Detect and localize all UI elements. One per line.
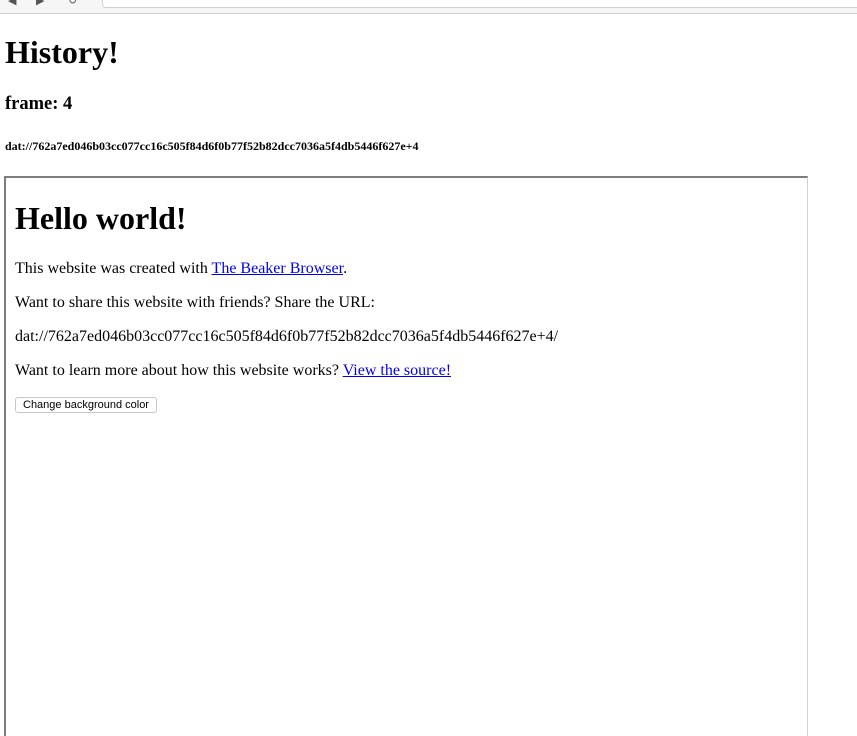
beaker-browser-link[interactable]: The Beaker Browser: [212, 260, 344, 277]
frame-heading: Hello world!: [15, 200, 187, 236]
page-content: History! frame: 4 dat://762a7ed046b03cc0…: [0, 14, 857, 736]
view-source-link[interactable]: View the source!: [343, 362, 451, 379]
frame-label: frame: 4: [5, 94, 73, 114]
page-title: History!: [5, 34, 119, 70]
site-preview-frame: Hello world! This website was created wi…: [4, 176, 808, 736]
forward-icon[interactable]: ▶: [36, 0, 44, 7]
learn-more-paragraph: Want to learn more about how this websit…: [15, 362, 451, 380]
share-paragraph: Want to share this website with friends?…: [15, 294, 375, 311]
address-bar[interactable]: [102, 0, 857, 8]
dat-url-heading: dat://762a7ed046b03cc077cc16c505f84d6f0b…: [5, 139, 419, 153]
back-icon[interactable]: ◀: [8, 0, 16, 7]
browser-toolbar: ◀ ▶ ↻: [0, 0, 857, 14]
learn-prefix: Want to learn more about how this websit…: [15, 362, 343, 379]
created-prefix: This website was created with: [15, 260, 212, 277]
share-url-paragraph: dat://762a7ed046b03cc077cc16c505f84d6f0b…: [15, 328, 559, 345]
created-suffix: .: [343, 260, 348, 277]
reload-icon[interactable]: ↻: [68, 0, 77, 7]
change-background-button[interactable]: Change background color: [15, 397, 157, 413]
created-with-paragraph: This website was created with The Beaker…: [15, 260, 347, 278]
